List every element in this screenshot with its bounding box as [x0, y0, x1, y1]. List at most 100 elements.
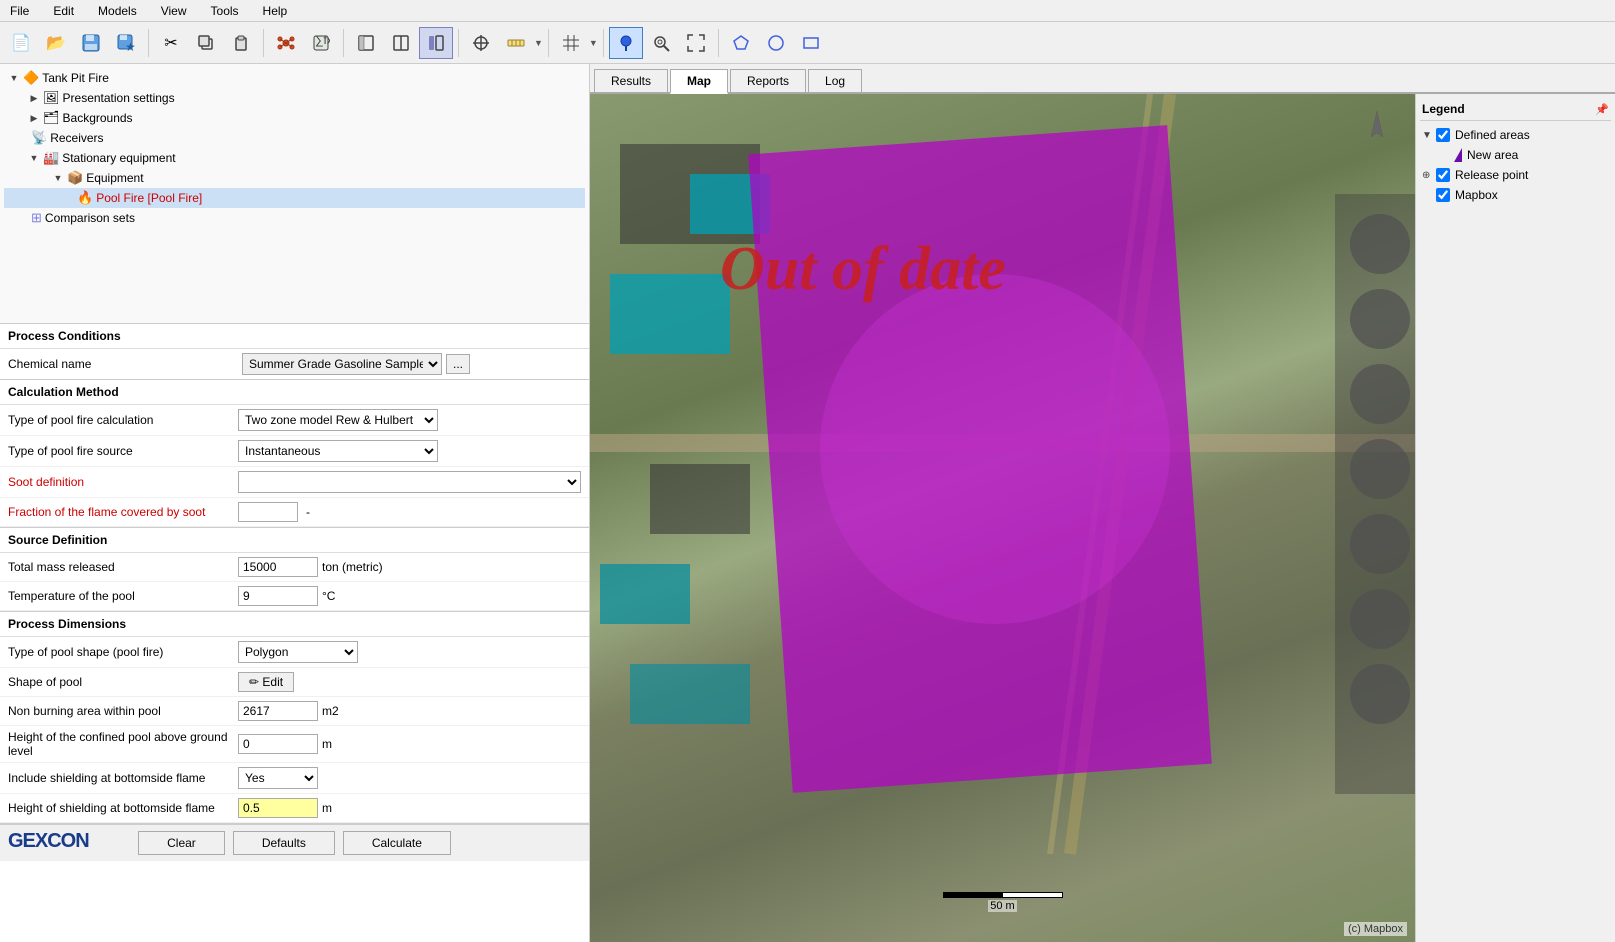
tree-item-backgrounds[interactable]: ▶ 🗂 Backgrounds [4, 108, 585, 128]
map-cyan-block3 [600, 564, 690, 624]
tree-backgrounds-arrow[interactable]: ▶ [28, 113, 40, 124]
menu-edit[interactable]: Edit [47, 2, 80, 20]
grid-button[interactable] [554, 27, 588, 59]
tree-equipment-arrow[interactable]: ▼ [52, 173, 64, 183]
tree-item-receivers[interactable]: 📡 Receivers [4, 128, 585, 148]
save-as-button[interactable]: ★ [109, 27, 143, 59]
copy-button[interactable] [189, 27, 223, 59]
temp-pool-row: Temperature of the pool °C [0, 582, 589, 611]
map-tower4 [1350, 439, 1410, 499]
tab-log[interactable]: Log [808, 69, 862, 92]
pin-button[interactable] [609, 27, 643, 59]
zoom-button[interactable] [644, 27, 678, 59]
edit-pool-button[interactable]: ✏ Edit [238, 672, 294, 692]
pool-source-row: Type of pool fire source Instantaneous [0, 436, 589, 467]
view1-button[interactable] [349, 27, 383, 59]
tree-item-equipment[interactable]: ▼ 📦 Equipment [4, 168, 585, 188]
toolbar: 📄 📂 ★ ✂ ∑fx [0, 22, 1615, 64]
tree-item-stationary[interactable]: ▼ 🏭 Stationary equipment [4, 148, 585, 168]
circle-tool[interactable] [759, 27, 793, 59]
view2-button[interactable] [384, 27, 418, 59]
chemical-name-label: Chemical name [8, 357, 238, 371]
crosshair-button[interactable] [464, 27, 498, 59]
open-button[interactable]: 📂 [39, 27, 73, 59]
height-confined-row: Height of the confined pool above ground… [0, 726, 589, 763]
tree-comparison-label: Comparison sets [45, 211, 135, 225]
legend-defined-areas[interactable]: ▼ Defined areas [1420, 125, 1611, 145]
legend-new-area-triangle [1454, 148, 1462, 162]
form-area: Process Conditions Chemical name Summer … [0, 324, 589, 823]
network-button[interactable] [269, 27, 303, 59]
pool-shape-label: Type of pool shape (pool fire) [8, 645, 238, 659]
tree-presentation-label: Presentation settings [63, 91, 175, 105]
menu-models[interactable]: Models [92, 2, 143, 20]
height-shielding-input[interactable] [238, 798, 318, 818]
menu-file[interactable]: File [4, 2, 35, 20]
height-confined-input[interactable] [238, 734, 318, 754]
legend-release-point[interactable]: ⊕ Release point [1420, 165, 1611, 185]
map-cyan-block2 [610, 274, 730, 354]
tree-stationary-arrow[interactable]: ▼ [28, 153, 40, 163]
tree-root[interactable]: ▼ 🔶 Tank Pit Fire [4, 68, 585, 88]
svg-text:★: ★ [125, 40, 135, 52]
temp-pool-input[interactable] [238, 586, 318, 606]
legend-defined-areas-label: Defined areas [1455, 128, 1530, 142]
total-mass-unit: ton (metric) [322, 560, 383, 574]
pool-source-select[interactable]: Instantaneous [238, 440, 438, 462]
cut-button[interactable]: ✂ [154, 27, 188, 59]
view3-button[interactable] [419, 27, 453, 59]
tree-root-arrow[interactable]: ▼ [8, 73, 20, 83]
menu-view[interactable]: View [155, 2, 193, 20]
svg-text:∑fx: ∑fx [315, 34, 330, 47]
tree-presentation-arrow[interactable]: ▶ [28, 93, 40, 104]
legend-defined-areas-checkbox[interactable] [1436, 128, 1450, 142]
fraction-input[interactable] [238, 502, 298, 522]
tree-comparison-icon: ⊞ [31, 210, 42, 226]
tree-equipment-icon: 📦 [67, 170, 83, 186]
chemical-browse-button[interactable]: ... [446, 354, 470, 374]
include-shielding-select[interactable]: Yes No [238, 767, 318, 789]
polygon-tool[interactable] [724, 27, 758, 59]
tree-item-comparison[interactable]: ⊞ Comparison sets [4, 208, 585, 228]
tree-item-poolfire[interactable]: 🔥 Pool Fire [Pool Fire] [4, 188, 585, 208]
tab-reports[interactable]: Reports [730, 69, 806, 92]
pool-calc-select[interactable]: Two zone model Rew & Hulbert [238, 409, 438, 431]
legend-pin[interactable]: 📌 [1595, 103, 1609, 116]
tree-receivers-icon: 📡 [31, 130, 47, 146]
legend-release-point-expand[interactable]: ⊕ [1422, 170, 1436, 181]
menu-help[interactable]: Help [257, 2, 294, 20]
ruler-button[interactable] [499, 27, 533, 59]
legend-mapbox-checkbox[interactable] [1436, 188, 1450, 202]
non-burning-input[interactable] [238, 701, 318, 721]
tree-stationary-label: Stationary equipment [62, 151, 175, 165]
calculate-button[interactable]: Calculate [343, 831, 451, 855]
legend-release-point-label: Release point [1455, 168, 1528, 182]
section-source-title: Source Definition [0, 528, 589, 553]
soot-select[interactable] [238, 471, 581, 493]
save-button[interactable] [74, 27, 108, 59]
pool-shape-select[interactable]: Polygon [238, 641, 358, 663]
rect-tool[interactable] [794, 27, 828, 59]
legend-release-point-checkbox[interactable] [1436, 168, 1450, 182]
tree-item-presentation[interactable]: ▶ 🖼 Presentation settings [4, 88, 585, 108]
legend-mapbox[interactable]: Mapbox [1420, 185, 1611, 205]
menu-tools[interactable]: Tools [205, 2, 245, 20]
calc-button[interactable]: ∑fx [304, 27, 338, 59]
main-area: ▼ 🔶 Tank Pit Fire ▶ 🖼 Presentation setti… [0, 64, 1615, 942]
clear-button[interactable]: Clear [138, 831, 225, 855]
fullscreen-button[interactable] [679, 27, 713, 59]
scale-bar: 50 m [943, 892, 1063, 912]
tab-results[interactable]: Results [594, 69, 668, 92]
tree-section: ▼ 🔶 Tank Pit Fire ▶ 🖼 Presentation setti… [0, 64, 589, 324]
paste-button[interactable] [224, 27, 258, 59]
tab-map[interactable]: Map [670, 69, 728, 94]
defaults-button[interactable]: Defaults [233, 831, 335, 855]
map-container[interactable]: Out of date 50 m (c) Mapbox [590, 94, 1415, 942]
new-button[interactable]: 📄 [4, 27, 38, 59]
total-mass-input[interactable] [238, 557, 318, 577]
chemical-name-select[interactable]: Summer Grade Gasoline Sample [242, 353, 442, 375]
pool-calc-label: Type of pool fire calculation [8, 413, 238, 427]
legend-defined-areas-expand[interactable]: ▼ [1422, 130, 1436, 141]
tree-stationary-icon: 🏭 [43, 150, 59, 166]
fraction-label: Fraction of the flame covered by soot [8, 505, 238, 519]
